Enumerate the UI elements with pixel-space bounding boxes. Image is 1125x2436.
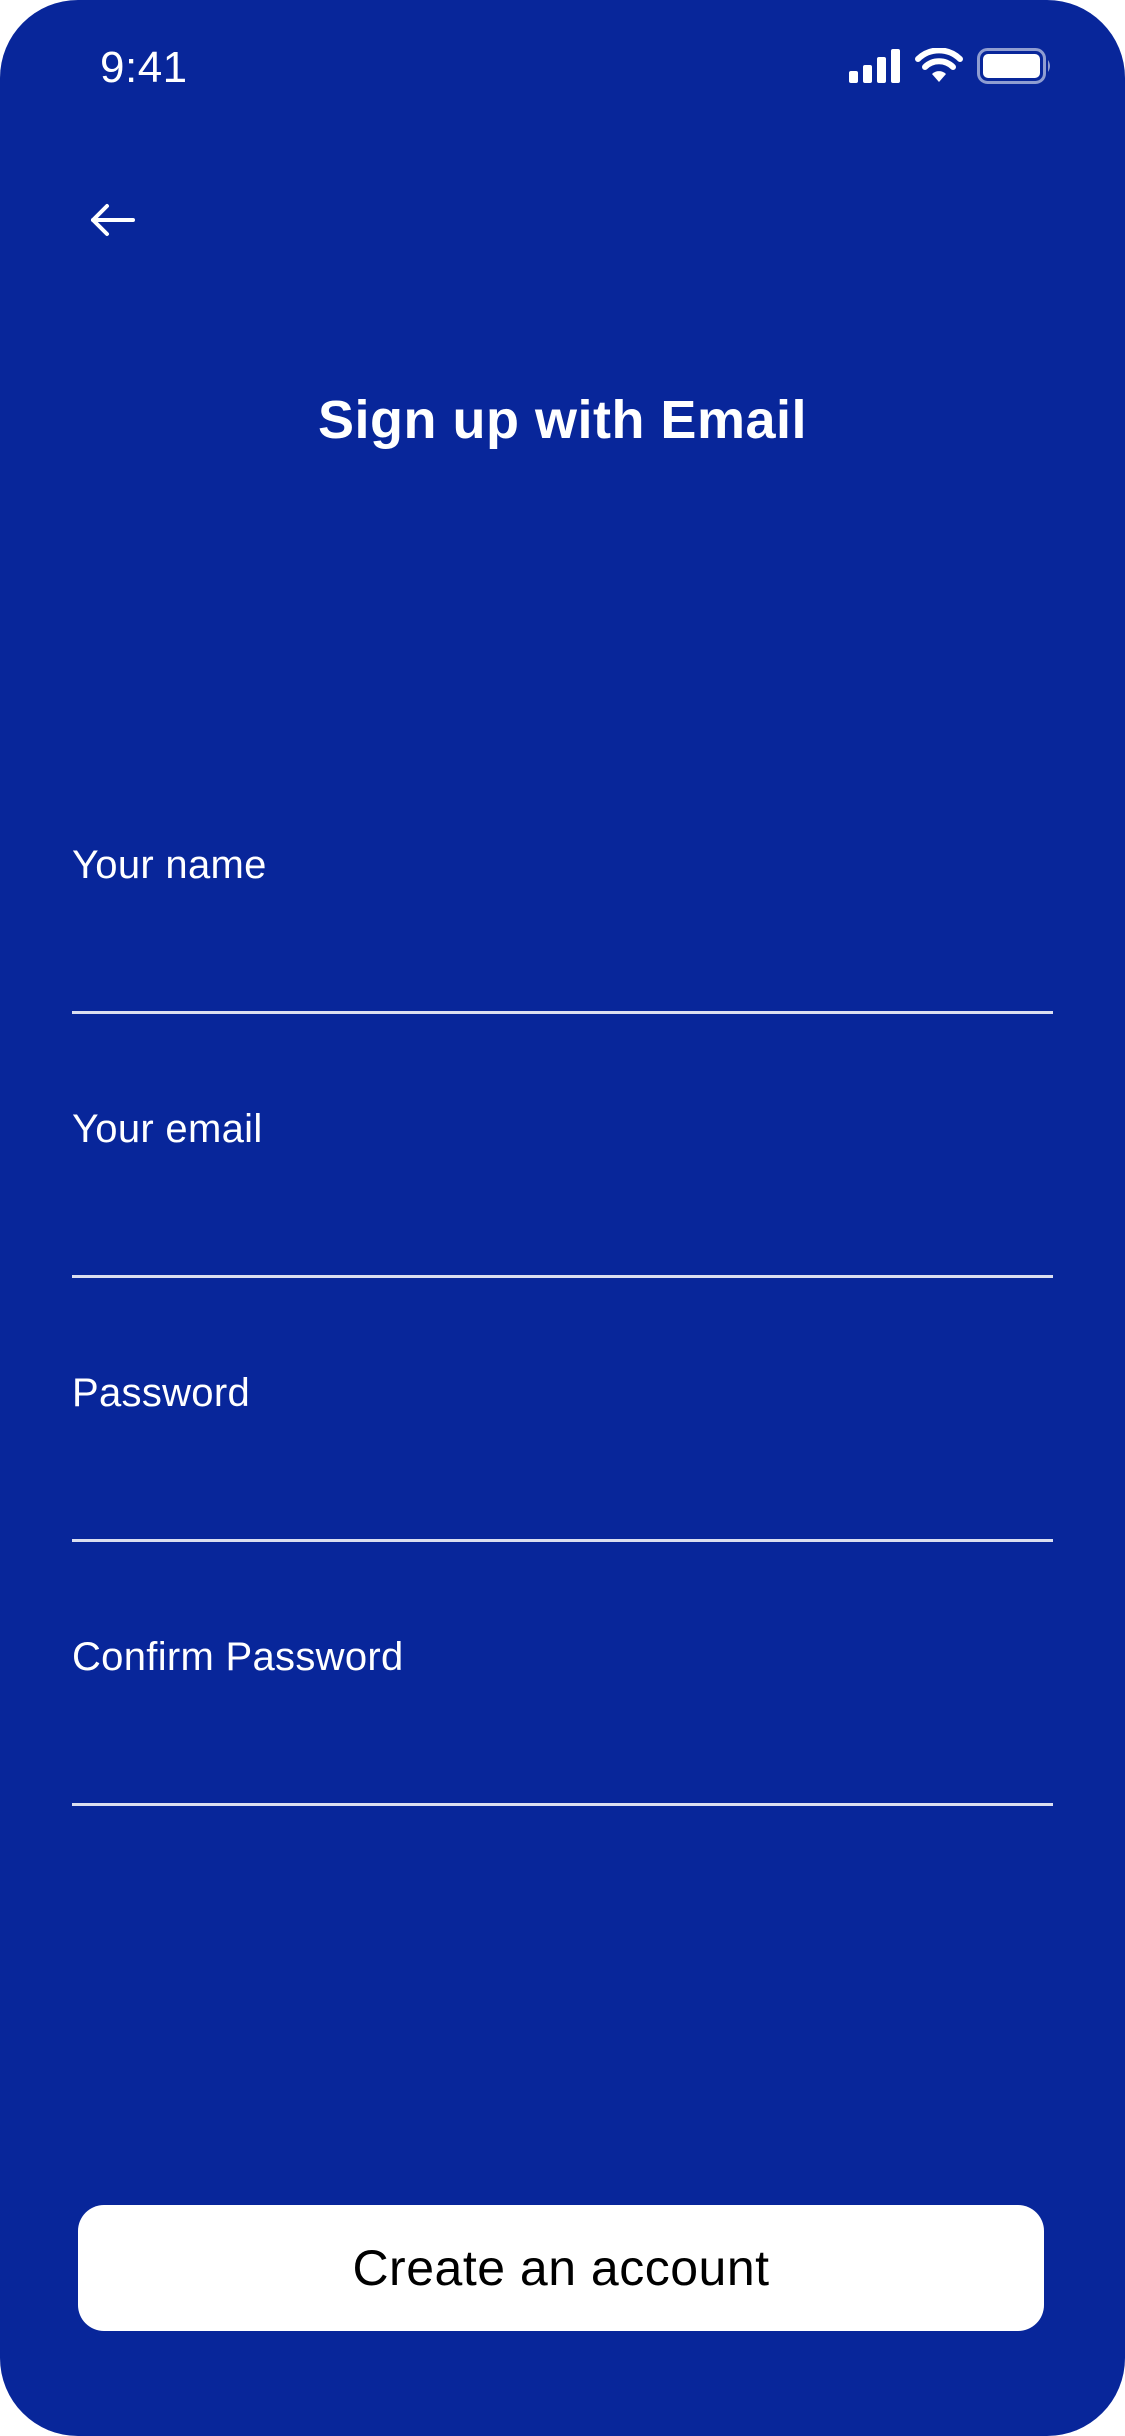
password-field-underline: [72, 1539, 1053, 1542]
cellular-signal-icon: [849, 49, 901, 83]
confirm-password-field: Confirm Password: [72, 1629, 1053, 1819]
back-button[interactable]: [80, 190, 144, 254]
status-icons: [849, 46, 1053, 86]
phone-screen: 9:41 Sign up with Email Your name Your e…: [0, 0, 1125, 2436]
email-field: Your email: [72, 1101, 1053, 1291]
email-field-label: Your email: [72, 1107, 263, 1151]
name-field-label: Your name: [72, 843, 267, 887]
name-field: Your name: [72, 837, 1053, 1027]
password-field: Password: [72, 1365, 1053, 1555]
name-field-underline: [72, 1011, 1053, 1014]
wifi-icon: [915, 48, 963, 84]
confirm-password-input[interactable]: [72, 1709, 1053, 1803]
arrow-left-icon: [89, 202, 135, 243]
battery-icon: [977, 48, 1053, 84]
name-input[interactable]: [72, 917, 1053, 1011]
confirm-password-field-label: Confirm Password: [72, 1635, 404, 1679]
create-account-button[interactable]: Create an account: [78, 2205, 1044, 2331]
page-title: Sign up with Email: [317, 390, 807, 450]
email-field-underline: [72, 1275, 1053, 1278]
password-field-label: Password: [72, 1371, 251, 1415]
password-input[interactable]: [72, 1445, 1053, 1539]
status-time: 9:41: [100, 43, 188, 92]
confirm-password-field-underline: [72, 1803, 1053, 1806]
email-input[interactable]: [72, 1181, 1053, 1275]
